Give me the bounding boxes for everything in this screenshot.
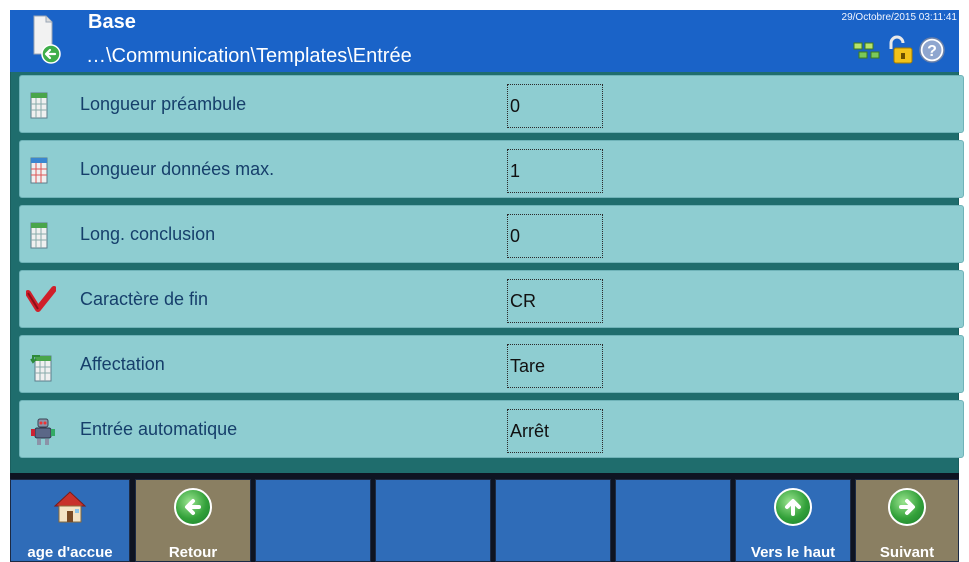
back-button[interactable]: Retour	[135, 479, 251, 562]
arrow-up-icon	[774, 488, 812, 526]
list-item[interactable]: Longueur données max. 1	[19, 140, 964, 198]
list-item[interactable]: Affectation Tare	[19, 335, 964, 393]
back-button-label: Retour	[168, 544, 218, 561]
list-item[interactable]: Entrée automatique Arrêt	[19, 400, 964, 458]
row-label: Affectation	[80, 354, 165, 374]
row-value-field[interactable]: Arrêt	[507, 409, 603, 453]
arrow-right-icon	[888, 488, 926, 526]
svg-text:?: ?	[927, 43, 937, 60]
page-up-button-label: Vers le haut	[750, 544, 836, 561]
arrow-left-icon	[174, 488, 212, 526]
page-up-button[interactable]: Vers le haut	[735, 479, 851, 562]
softkey-empty-2[interactable]	[375, 479, 491, 562]
spreadsheet-icon	[30, 92, 56, 120]
softkey-bar: age d'accue Retour Vers le haut Suivant	[10, 473, 959, 562]
list-item[interactable]: Long. conclusion 0	[19, 205, 964, 263]
parameter-list: Longueur préambule 0 Longueur données ma…	[10, 72, 964, 473]
row-value-field[interactable]: CR	[507, 279, 603, 323]
spreadsheet-red-icon	[30, 157, 56, 185]
document-back-icon[interactable]	[32, 14, 61, 64]
home-button-label: age d'accue	[27, 544, 113, 561]
next-button[interactable]: Suivant	[855, 479, 959, 562]
spreadsheet-arrow-icon	[30, 352, 56, 382]
spreadsheet-icon	[30, 222, 56, 250]
home-icon	[51, 488, 89, 526]
row-label: Caractère de fin	[80, 289, 209, 309]
checkmark-icon	[25, 285, 57, 313]
datetime: 29/Octobre/2015 03:11:41	[841, 12, 957, 23]
network-icon	[853, 41, 885, 66]
robot-icon	[30, 417, 56, 445]
help-icon[interactable]: ?	[919, 37, 945, 68]
row-label: Longueur préambule	[80, 94, 247, 114]
page-title: Base	[88, 11, 136, 33]
softkey-empty-3[interactable]	[495, 479, 611, 562]
title-bar: Base …\Communication\Templates\Entrée 29…	[10, 10, 959, 72]
softkey-empty-4[interactable]	[615, 479, 731, 562]
row-value-field[interactable]: 1	[507, 149, 603, 193]
row-value-field[interactable]: Tare	[507, 344, 603, 388]
list-item[interactable]: Caractère de fin CR	[19, 270, 964, 328]
unlock-icon[interactable]	[885, 35, 915, 70]
softkey-empty-1[interactable]	[255, 479, 371, 562]
row-value-field[interactable]: 0	[507, 84, 603, 128]
status-icons: ?	[853, 35, 951, 65]
breadcrumb: …\Communication\Templates\Entrée	[86, 45, 412, 67]
row-label: Long. conclusion	[80, 224, 216, 244]
home-button[interactable]: age d'accue	[10, 479, 130, 562]
list-item[interactable]: Longueur préambule 0	[19, 75, 964, 133]
row-value-field[interactable]: 0	[507, 214, 603, 258]
next-button-label: Suivant	[879, 544, 935, 561]
row-label: Longueur données max.	[80, 159, 275, 179]
row-label: Entrée automatique	[80, 419, 238, 439]
